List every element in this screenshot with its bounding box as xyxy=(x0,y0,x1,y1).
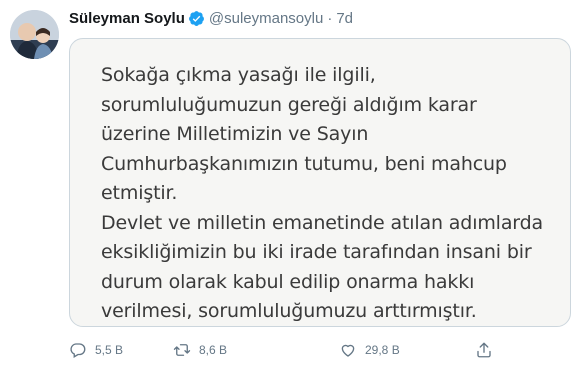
tweet-image-card[interactable]: Sokağa çıkma yasağı ile ilgili, sorumlul… xyxy=(69,38,571,327)
reply-count: 5,5 B xyxy=(95,343,124,357)
tweet-header: Süleyman Soylu @suleymansoylu · 7d xyxy=(69,8,353,28)
reply-icon xyxy=(70,343,86,358)
like-button[interactable]: 29,8 B xyxy=(339,340,400,360)
retweet-icon xyxy=(173,344,191,356)
share-button[interactable] xyxy=(475,340,501,360)
separator-dot: · xyxy=(327,9,333,27)
author-handle[interactable]: @suleymansoylu xyxy=(209,10,323,27)
heart-icon xyxy=(341,344,355,357)
retweet-count: 8,6 B xyxy=(199,343,228,357)
reply-button[interactable]: 5,5 B xyxy=(69,340,123,360)
tweet-actions: 5,5 B 8,6 B 29,8 B xyxy=(69,340,569,360)
tweet-timestamp[interactable]: 7d xyxy=(336,10,353,27)
like-count: 29,8 B xyxy=(365,343,400,357)
author-name[interactable]: Süleyman Soylu xyxy=(69,10,185,27)
tweet[interactable]: Süleyman Soylu @suleymansoylu · 7d Sokağ… xyxy=(0,0,584,373)
retweet-button[interactable]: 8,6 B xyxy=(173,340,227,360)
share-icon xyxy=(477,342,491,358)
avatar[interactable] xyxy=(10,10,59,59)
verified-badge-icon xyxy=(188,10,205,27)
image-text: Sokağa çıkma yasağı ile ilgili, sorumlul… xyxy=(101,64,544,322)
